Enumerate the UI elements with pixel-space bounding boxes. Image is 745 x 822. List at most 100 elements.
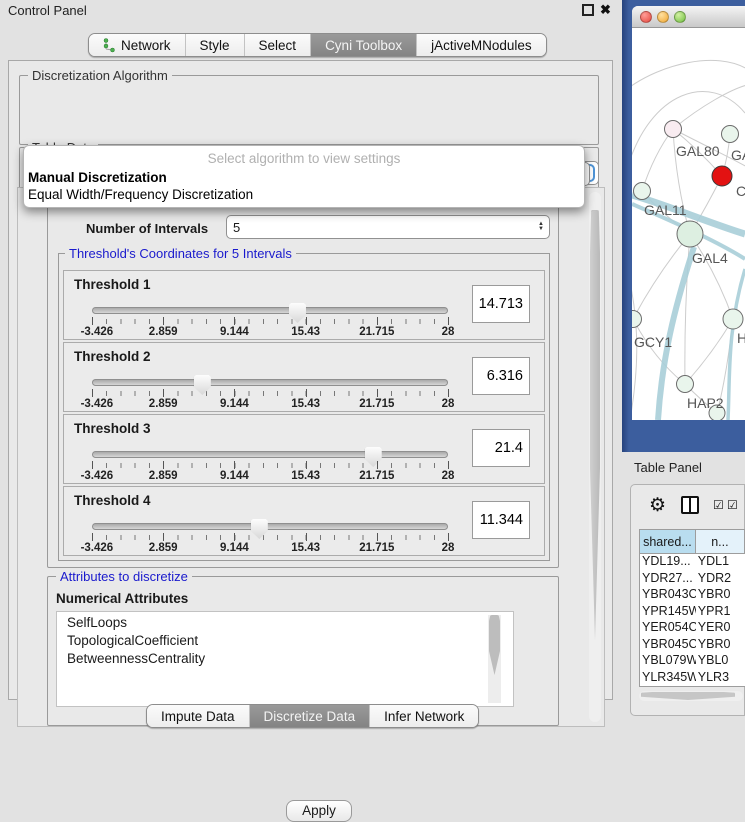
table-row[interactable]: YPR145WYPR1	[640, 604, 745, 621]
threshold-slider[interactable]: -3.4262.8599.14415.4321.71528	[92, 447, 448, 481]
table-cell[interactable]: YPR1	[696, 604, 745, 621]
tick-label: 28	[442, 470, 455, 482]
tick-label: 21.715	[359, 470, 394, 482]
node[interactable]	[677, 376, 694, 393]
table-cell[interactable]: YBL079W	[640, 653, 696, 670]
dropdown-option-equal-width-frequency[interactable]: Equal Width/Frequency Discretization	[24, 186, 584, 203]
table-cell[interactable]: YDL1	[696, 554, 745, 571]
table-cell[interactable]: YBR045C	[640, 637, 696, 654]
attribute-list-item[interactable]: TopologicalCoefficient	[67, 633, 513, 651]
numerical-attributes-list[interactable]: SelfLoopsTopologicalCoefficientBetweenne…	[56, 611, 514, 707]
node[interactable]	[634, 183, 651, 200]
threshold-slider[interactable]: -3.4262.8599.14415.4321.71528	[92, 303, 448, 337]
settings-scrollbar[interactable]	[589, 192, 601, 722]
scrollbar-thumb[interactable]	[641, 692, 735, 700]
major-tick	[234, 533, 235, 541]
float-window-icon[interactable]	[582, 4, 594, 16]
node[interactable]	[723, 309, 743, 329]
columns-icon[interactable]	[681, 496, 699, 514]
node[interactable]	[677, 221, 703, 247]
attributes-scrollbar[interactable]	[488, 615, 501, 703]
network-canvas[interactable]: GAL80 GA C GAL11 GAL4 GCY1 H HAP2	[632, 29, 745, 420]
tab-select[interactable]: Select	[245, 34, 312, 56]
attribute-list-item[interactable]: BetweennessCentrality	[67, 651, 513, 669]
table-cell[interactable]: YER0	[696, 620, 745, 637]
table-cell[interactable]: YER054C	[640, 620, 696, 637]
apply-button[interactable]: Apply	[286, 800, 352, 822]
table-cell[interactable]: YLR3	[696, 670, 745, 687]
tick-label: 21.715	[359, 326, 394, 338]
table-row[interactable]: YBR043CYBR0	[640, 587, 745, 604]
slider-track[interactable]	[92, 523, 448, 530]
table-cell[interactable]: YBL0	[696, 653, 745, 670]
table-row[interactable]: YBL079WYBL0	[640, 653, 745, 670]
tick-label: 2.859	[149, 326, 178, 338]
node-label: GA	[731, 147, 745, 163]
column-header[interactable]: shared...	[640, 530, 696, 553]
threshold-slider[interactable]: -3.4262.8599.14415.4321.71528	[92, 519, 448, 553]
slider-track[interactable]	[92, 379, 448, 386]
threshold-value-input[interactable]	[472, 429, 530, 467]
table-cell[interactable]: YPR145W	[640, 604, 696, 621]
table-row[interactable]: YDR27...YDR2	[640, 571, 745, 588]
table-row[interactable]: YER054CYER0	[640, 620, 745, 637]
column-header[interactable]: n...	[696, 530, 745, 553]
table-cell[interactable]: YBR0	[696, 587, 745, 604]
table-cell[interactable]: YBR043C	[640, 587, 696, 604]
threshold-slider[interactable]: -3.4262.8599.14415.4321.71528	[92, 375, 448, 409]
node[interactable]	[722, 126, 739, 143]
tick-label: 9.144	[220, 326, 249, 338]
threshold-value-input[interactable]	[472, 285, 530, 323]
tick-label: 21.715	[359, 398, 394, 410]
node[interactable]	[665, 121, 682, 138]
tick-label: -3.426	[81, 398, 114, 410]
mac-close-icon[interactable]	[640, 11, 652, 23]
node-selected-red[interactable]	[712, 166, 732, 186]
checkbox-icon[interactable]: ☑	[727, 498, 738, 512]
tab-network[interactable]: Network	[89, 34, 186, 56]
mac-minimize-icon[interactable]	[657, 11, 669, 23]
mac-zoom-icon[interactable]	[674, 11, 686, 23]
threshold-value-input[interactable]	[472, 501, 530, 539]
node[interactable]	[632, 311, 642, 328]
number-of-intervals-combobox[interactable]: 5 ▲▼	[226, 215, 550, 239]
dropdown-option-manual-discretization[interactable]: Manual Discretization	[24, 169, 584, 186]
table-row[interactable]: YIL052CYIL0	[640, 686, 745, 687]
table-cell[interactable]: YDL19...	[640, 554, 696, 571]
numerical-attributes-label: Numerical Attributes	[56, 591, 188, 606]
table-cell[interactable]: YDR27...	[640, 571, 696, 588]
table-panel-toolbar: ⚙ ☑ ☑	[637, 493, 742, 521]
tab-cyni-toolbox[interactable]: Cyni Toolbox	[311, 34, 417, 56]
slider-track[interactable]	[92, 307, 448, 314]
table-row[interactable]: YDL19...YDL1	[640, 554, 745, 571]
tab-style[interactable]: Style	[186, 34, 245, 56]
table-horizontal-scrollbar[interactable]	[639, 691, 743, 701]
tick-label: 9.144	[220, 542, 249, 554]
table-row[interactable]: YBR045CYBR0	[640, 637, 745, 654]
tab-jactivemnodules[interactable]: jActiveMNodules	[417, 34, 546, 56]
table-cell[interactable]: YLR345W	[640, 670, 696, 687]
slider-track[interactable]	[92, 451, 448, 458]
network-window-titlebar[interactable]	[632, 6, 745, 28]
attribute-list-item[interactable]: SelfLoops	[67, 615, 513, 633]
tab-infer-network[interactable]: Infer Network	[370, 705, 478, 727]
table-row[interactable]: YLR345WYLR3	[640, 670, 745, 687]
table-cell[interactable]: YBR0	[696, 637, 745, 654]
tick-label: 2.859	[149, 542, 178, 554]
tab-discretize-data[interactable]: Discretize Data	[250, 705, 371, 727]
table-cell[interactable]: YIL052C	[640, 686, 696, 687]
slider-ticks	[92, 391, 448, 396]
slider-ticks	[92, 463, 448, 468]
checkbox-icon[interactable]: ☑	[713, 498, 724, 512]
combo-value: 5	[233, 220, 240, 235]
scrollbar-thumb[interactable]	[489, 615, 500, 675]
scrollbar-thumb[interactable]	[590, 210, 600, 640]
threshold-value-input[interactable]	[472, 357, 530, 395]
tick-label: 28	[442, 542, 455, 554]
table-cell[interactable]: YDR2	[696, 571, 745, 588]
table-cell[interactable]: YIL0	[696, 686, 745, 687]
tab-impute-data[interactable]: Impute Data	[147, 705, 250, 727]
close-icon[interactable]: ✖	[600, 4, 612, 16]
gear-icon[interactable]: ⚙	[649, 494, 666, 517]
table-panel: ⚙ ☑ ☑ shared... n... YDL19...YDL1YDR27..…	[630, 484, 745, 716]
